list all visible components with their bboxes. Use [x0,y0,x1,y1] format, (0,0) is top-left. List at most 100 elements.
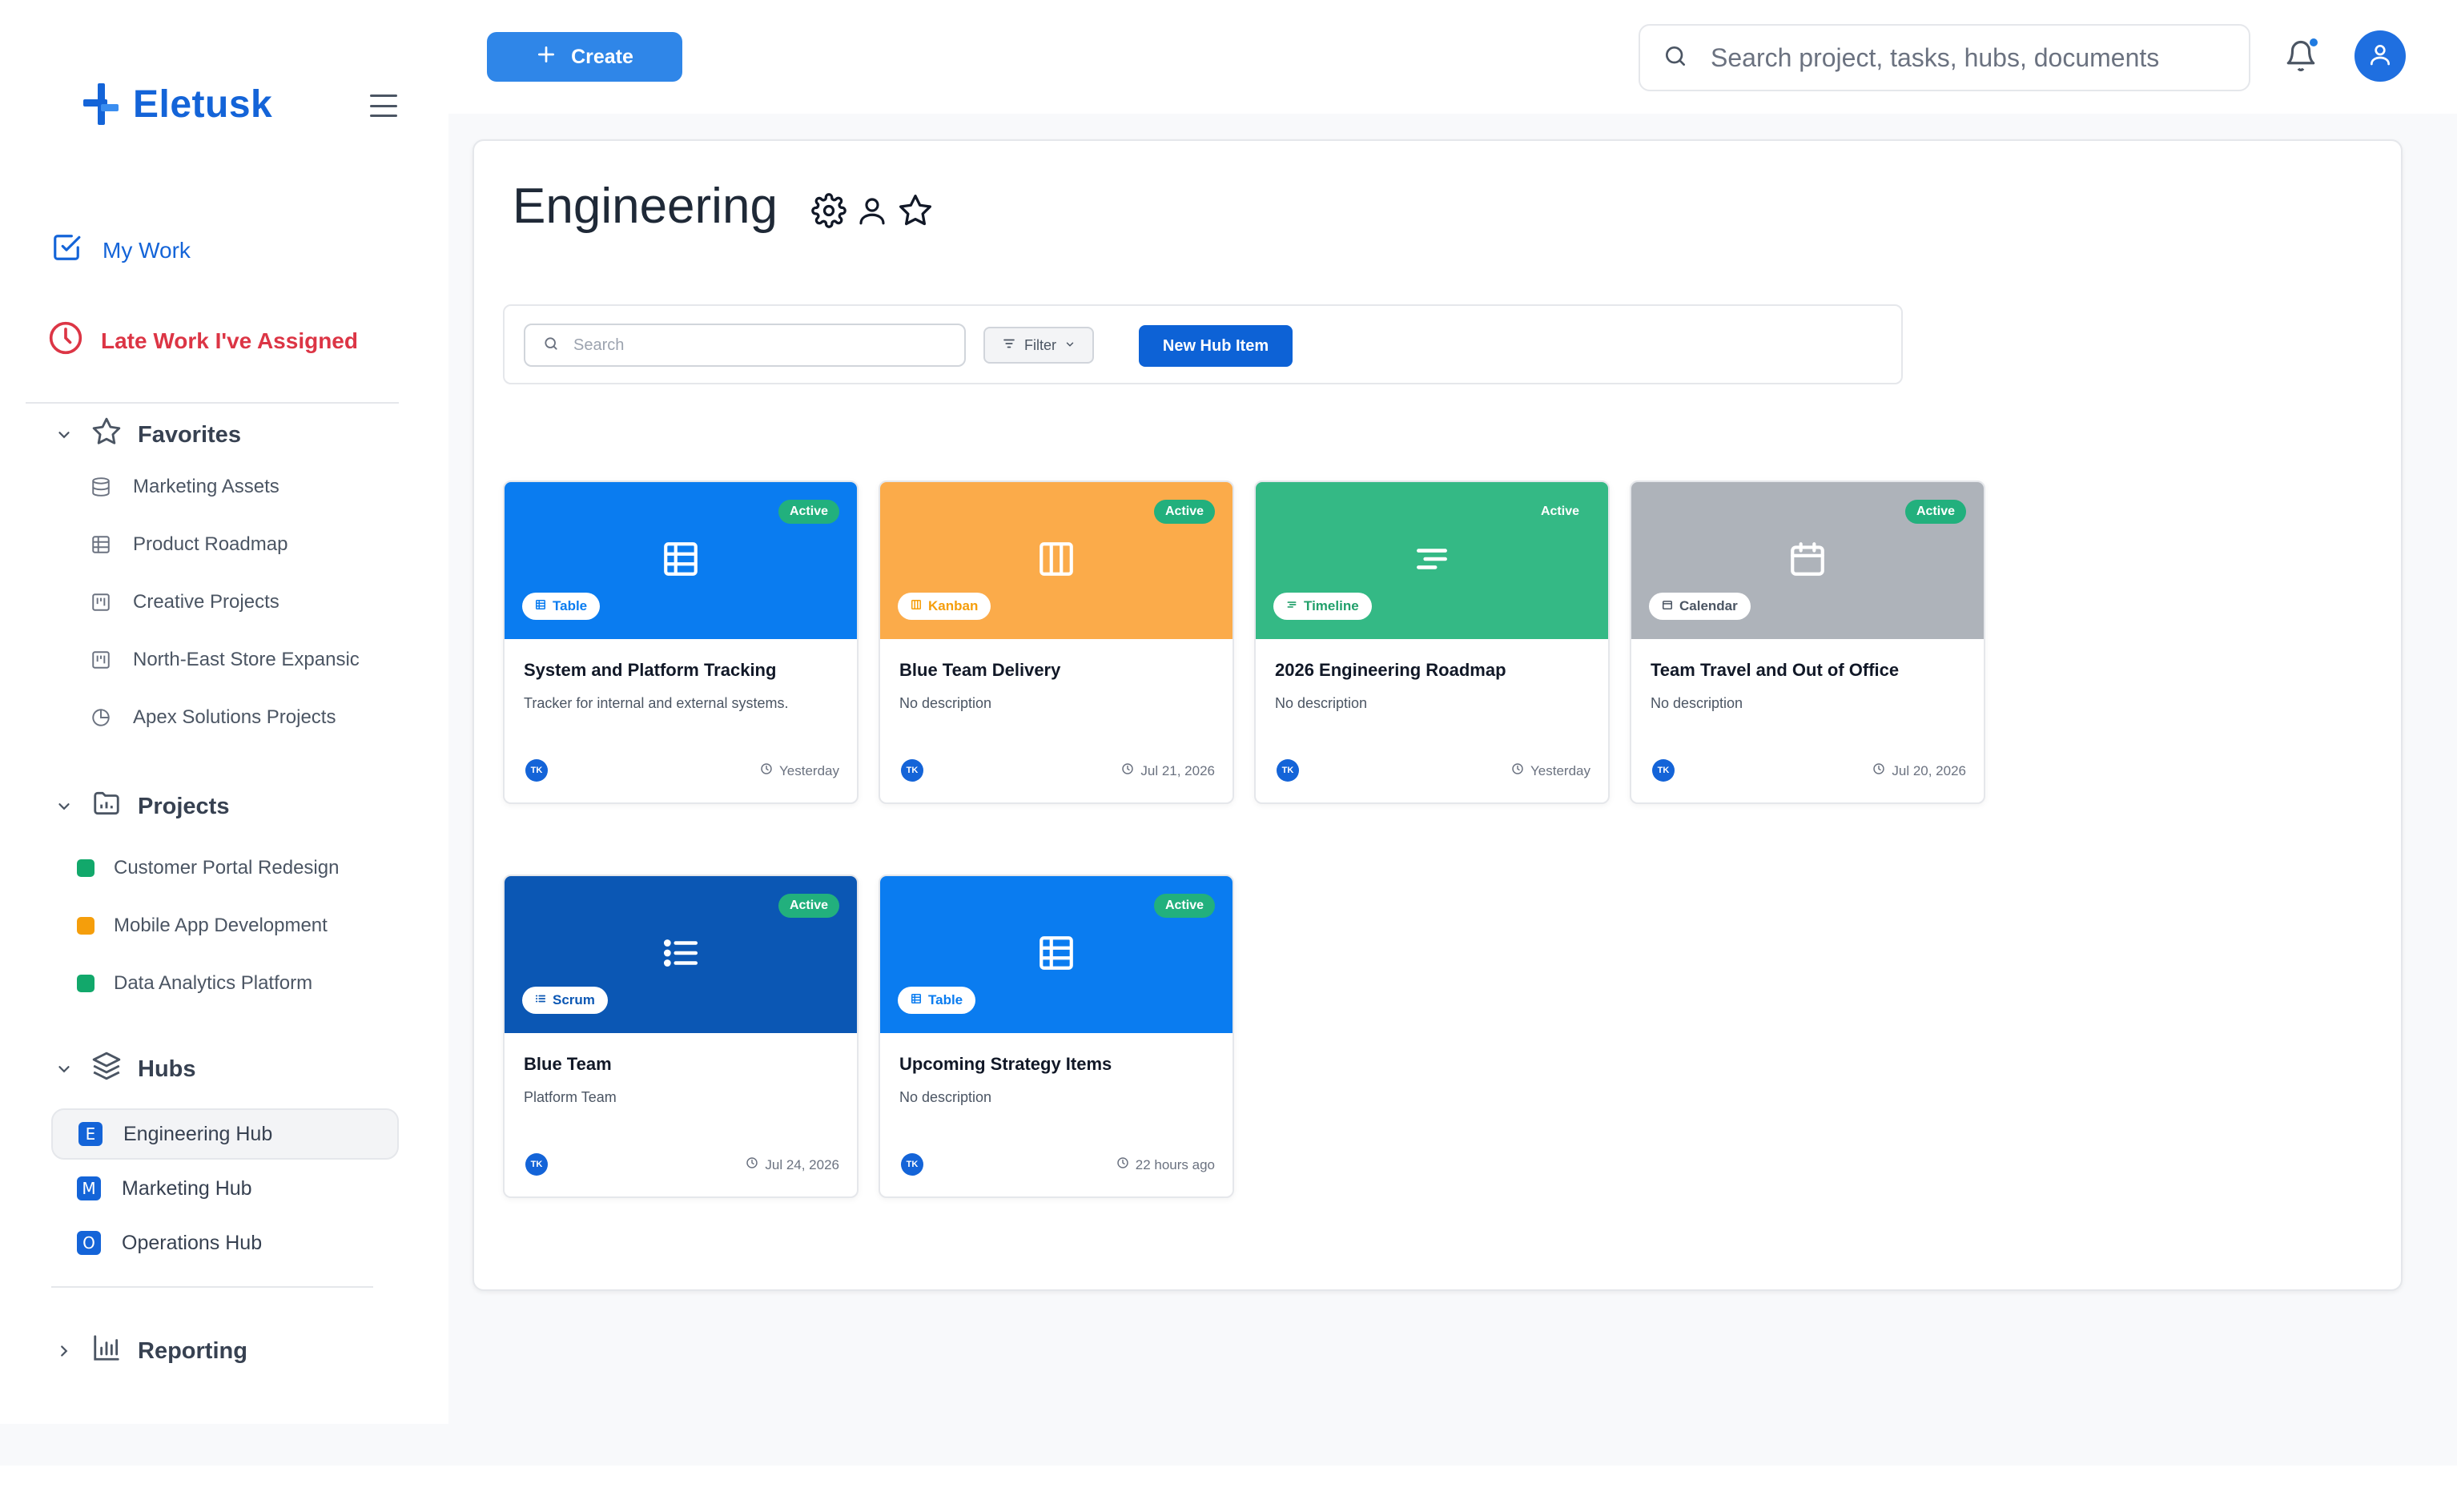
status-badge: Active [1540,505,1579,518]
favorite-label: Creative Projects [133,591,279,613]
card-updated: 22 hours ago [1116,1156,1215,1173]
checkbox-icon [51,232,82,268]
nav-my-work-label: My Work [103,237,191,263]
title-actions [810,192,934,229]
project-data-analytics[interactable]: Data Analytics Platform [77,972,312,995]
favorite-label: North-East Store Expansic [133,649,360,670]
owner-avatar[interactable]: TK [1652,759,1675,782]
notifications-bell-icon[interactable] [2284,37,2319,75]
hub-label: Engineering Hub [123,1122,273,1145]
card-header: Active Calendar [1631,482,1984,639]
project-color-dot [77,859,94,877]
hub-label: Marketing Hub [122,1176,252,1200]
card-header: Active Timeline [1256,482,1608,639]
timeline-icon [1412,539,1452,583]
view-type-label: Calendar [1679,598,1738,613]
sidebar-divider [51,1286,373,1288]
hub-operations[interactable]: O Operations Hub [51,1217,399,1269]
favorite-marketing-assets[interactable]: Marketing Assets [90,476,279,498]
table-icon [90,533,112,556]
favorites-label: Favorites [138,421,241,448]
card-title: Team Travel and Out of Office [1651,660,1900,680]
clock-icon [1511,762,1524,779]
app-root: Eletusk My Work Late Work I've Assigned … [0,0,2457,1512]
projects-label: Projects [138,793,230,819]
create-label: Create [571,45,633,68]
table-icon [911,992,922,1008]
card-header: Active Table [505,482,857,639]
owner-avatar[interactable]: TK [901,1153,923,1176]
section-reporting[interactable]: Reporting [53,1333,247,1369]
card-header: Active Table [880,876,1233,1033]
section-projects[interactable]: Projects [53,788,229,825]
settings-gear-icon[interactable] [810,192,847,229]
global-search-input[interactable] [1711,42,2207,73]
hub-marketing[interactable]: M Marketing Hub [51,1163,399,1214]
hub-search[interactable] [524,324,966,367]
card-header: Active Scrum [505,876,857,1033]
database-icon [90,476,112,498]
menu-toggle-icon[interactable] [370,94,397,117]
filter-label: Filter [1024,336,1056,353]
hub-item-card[interactable]: Active Table Upcoming Strategy Items No … [879,875,1234,1198]
card-title: Blue Team Delivery [899,660,1061,680]
project-mobile-app[interactable]: Mobile App Development [77,915,328,937]
search-icon [1663,43,1688,73]
card-updated: Yesterday [760,762,839,779]
logo-text: Eletusk [133,82,273,126]
hub-label: Operations Hub [122,1231,263,1254]
owner-avatar[interactable]: TK [525,1153,548,1176]
favorite-label: Apex Solutions Projects [133,706,336,728]
favorite-creative-projects[interactable]: Creative Projects [90,591,279,613]
project-customer-portal[interactable]: Customer Portal Redesign [77,857,339,879]
hub-item-card[interactable]: Active Table System and Platform Trackin… [503,481,859,804]
favorite-star-icon[interactable] [897,192,934,229]
calendar-icon [1787,539,1828,583]
status-badge: Active [778,500,839,524]
favorite-label: Product Roadmap [133,533,288,555]
section-hubs[interactable]: Hubs [53,1051,196,1088]
owner-avatar[interactable]: TK [901,759,923,782]
nav-late-work[interactable]: Late Work I've Assigned [48,320,358,361]
owner-avatar[interactable]: TK [1277,759,1299,782]
member-user-icon[interactable] [854,192,891,229]
card-date-label: Yesterday [779,762,839,778]
create-button[interactable]: Create [487,32,682,82]
status-badge: Active [1904,500,1966,524]
hub-item-card[interactable]: Active Scrum Blue Team Platform Team TK … [503,875,859,1198]
logo[interactable]: Eletusk [80,80,272,128]
sidebar: Eletusk My Work Late Work I've Assigned … [0,0,448,1424]
card-title: 2026 Engineering Roadmap [1275,660,1506,680]
bottom-strip [0,1424,2457,1466]
card-updated: Jul 20, 2026 [1872,762,1966,779]
status-badge: Active [1153,500,1215,524]
card-date-label: 22 hours ago [1135,1156,1215,1172]
hub-item-card[interactable]: Active Kanban Blue Team Delivery No desc… [879,481,1234,804]
favorite-apex-solutions[interactable]: Apex Solutions Projects [90,706,336,729]
clock-icon [1872,762,1885,779]
owner-avatar[interactable]: TK [525,759,548,782]
chevron-down-icon [1064,337,1076,354]
new-hub-item-button[interactable]: New Hub Item [1139,325,1293,367]
view-type-label: Table [928,992,963,1007]
card-title: Upcoming Strategy Items [899,1054,1112,1074]
hub-engineering[interactable]: E Engineering Hub [51,1108,399,1160]
card-date-label: Jul 21, 2026 [1140,762,1215,778]
favorite-north-east-store[interactable]: North-East Store Expansic [90,649,360,671]
nav-my-work[interactable]: My Work [51,232,191,268]
hub-item-card[interactable]: Active Timeline 2026 Engineering Roadmap… [1254,481,1610,804]
hub-letter-badge: E [78,1122,103,1146]
filter-button[interactable]: Filter [983,327,1094,364]
favorite-product-roadmap[interactable]: Product Roadmap [90,533,288,556]
user-avatar[interactable] [2354,30,2406,82]
filter-icon [1002,336,1016,355]
list-icon [661,933,701,977]
hub-search-input[interactable] [573,336,958,355]
card-description: No description [899,1089,992,1105]
hub-item-card[interactable]: Active Calendar Team Travel and Out of O… [1630,481,1985,804]
view-type-pill: Table [522,593,601,620]
global-search[interactable] [1639,24,2250,91]
project-label: Mobile App Development [114,915,328,936]
calendar-icon [1662,598,1673,614]
section-favorites[interactable]: Favorites [53,416,241,453]
